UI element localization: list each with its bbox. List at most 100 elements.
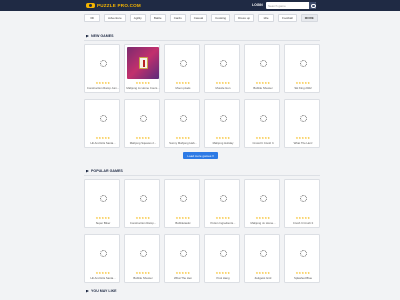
game-thumbnail[interactable] [287, 237, 319, 269]
category-dress-up[interactable]: Dress up [234, 14, 255, 22]
game-title[interactable]: Construction Ramp... [126, 221, 160, 225]
loading-spinner-icon [299, 114, 307, 122]
game-card[interactable]: ★★★★★ Crush It Crush It [284, 179, 320, 228]
game-thumbnail[interactable] [247, 47, 279, 79]
game-thumbnail[interactable] [287, 102, 319, 134]
loading-spinner-icon [179, 249, 187, 257]
category-cards[interactable]: Cards [169, 14, 186, 22]
game-thumbnail[interactable] [167, 47, 199, 79]
category-cooking[interactable]: Cooking [211, 14, 231, 22]
game-card[interactable]: ★★★★★ Hit And Hits Santa... [84, 234, 120, 283]
site-logo[interactable]: PUZZLE PRO.COM [86, 2, 141, 9]
category-idle[interactable]: Idle [258, 14, 275, 22]
game-thumbnail[interactable] [247, 237, 279, 269]
game-thumbnail[interactable] [247, 102, 279, 134]
game-card[interactable]: ★★★★★ Bubbletastic [164, 179, 200, 228]
login-link[interactable]: LOGIN [252, 3, 263, 7]
game-card[interactable]: ★★★★★ Muscle Gun [204, 44, 240, 93]
game-card[interactable]: ★★★★★ Crowd It Crush It [244, 99, 280, 148]
category-3d[interactable]: 3D [84, 14, 100, 22]
game-title[interactable]: Zeitgeist Grid [246, 276, 280, 280]
game-title[interactable]: Crush It Crush It [286, 221, 320, 225]
game-card[interactable]: ★★★★★ Bubble Shooter [124, 234, 160, 283]
game-title[interactable]: Bubble Shooter [246, 86, 280, 90]
game-thumbnail[interactable] [167, 237, 199, 269]
game-title[interactable]: Hit And Hits Santa... [86, 141, 120, 145]
game-title[interactable]: Potion Ingredients... [206, 221, 240, 225]
game-thumbnail[interactable] [167, 102, 199, 134]
game-title[interactable]: Construction Ramp Jum... [86, 86, 120, 90]
more-categories-button[interactable]: MORE [300, 14, 318, 22]
game-thumbnail[interactable] [127, 47, 159, 79]
top-bar: PUZZLE PRO.COM LOGIN Search game [0, 0, 400, 11]
category-agility[interactable]: Agility [129, 14, 146, 22]
game-thumbnail[interactable] [207, 102, 239, 134]
game-thumbnail[interactable] [127, 237, 159, 269]
loading-spinner-icon [139, 249, 147, 257]
category-football[interactable]: Football [278, 14, 297, 22]
game-title[interactable]: Mahjong Squares 2... [126, 141, 160, 145]
game-title[interactable]: Moon pixels [166, 86, 200, 90]
game-card[interactable]: ★★★★★ Moon pixels [164, 44, 200, 93]
game-thumbnail[interactable] [207, 182, 239, 214]
game-title[interactable]: Mahjong Jo Home Cours... [126, 86, 160, 90]
game-title[interactable]: Bubble Shooter [126, 276, 160, 280]
rating-stars: ★★★★★ [135, 81, 151, 85]
game-card[interactable]: ★★★★★ Construction Ramp... [124, 179, 160, 228]
game-thumbnail[interactable] [87, 102, 119, 134]
mahjong-tile-icon [138, 57, 148, 69]
game-title[interactable]: Super Biker [86, 221, 120, 225]
game-title[interactable]: Mahjong Jo Home... [246, 221, 280, 225]
game-card[interactable]: ★★★★★ Pool Hang [204, 234, 240, 283]
game-title[interactable]: Muscle Gun [206, 86, 240, 90]
new-games-title: NEW GAMES [91, 34, 114, 38]
game-title[interactable]: Bubbletastic [166, 221, 200, 225]
game-card[interactable]: ★★★★★ Zeitgeist Grid [244, 234, 280, 283]
game-thumbnail[interactable] [127, 102, 159, 134]
game-title[interactable]: Splashed Blue [286, 276, 320, 280]
game-title[interactable]: Ski King 2022 [286, 86, 320, 90]
game-thumbnail[interactable] [87, 237, 119, 269]
game-title[interactable]: Mahjong Holiday [206, 141, 240, 145]
game-card[interactable]: ★★★★★ Super Biker [84, 179, 120, 228]
rating-stars: ★★★★★ [295, 271, 311, 275]
rating-stars: ★★★★★ [95, 136, 111, 140]
game-thumbnail[interactable] [87, 47, 119, 79]
load-more-button[interactable]: Load more games ▾ [183, 152, 218, 159]
game-title[interactable]: Pool Hang [206, 276, 240, 280]
game-title[interactable]: Sunny Mahjong Hab... [166, 141, 200, 145]
game-title[interactable]: What The Hen [166, 276, 200, 280]
game-card[interactable]: ★★★★★ What The Hen! [284, 99, 320, 148]
game-thumbnail[interactable] [207, 47, 239, 79]
game-card[interactable]: ★★★★★ Hit And Hits Santa... [84, 99, 120, 148]
game-card[interactable]: ★★★★★ Construction Ramp Jum... [84, 44, 120, 93]
search-button[interactable] [309, 2, 316, 9]
play-icon [86, 34, 89, 38]
game-title[interactable]: What The Hen! [286, 141, 320, 145]
game-card[interactable]: ★★★★★ What The Hen [164, 234, 200, 283]
game-thumbnail[interactable] [207, 237, 239, 269]
popular-games-title: POPULAR GAMES [91, 169, 123, 173]
game-card[interactable]: ★★★★★ Mahjong Jo Home Cours... [124, 44, 160, 93]
game-thumbnail[interactable] [87, 182, 119, 214]
loading-spinner-icon [99, 249, 107, 257]
category-adventure[interactable]: Adventure [104, 14, 126, 22]
game-card[interactable]: ★★★★★ Bubble Shooter [244, 44, 280, 93]
category-battle[interactable]: Battle [149, 14, 166, 22]
game-card[interactable]: ★★★★★ Splashed Blue [284, 234, 320, 283]
game-card[interactable]: ★★★★★ Sunny Mahjong Hab... [164, 99, 200, 148]
game-title[interactable]: Crowd It Crush It [246, 141, 280, 145]
game-card[interactable]: ★★★★★ Mahjong Jo Home... [244, 179, 280, 228]
game-thumbnail[interactable] [247, 182, 279, 214]
rating-stars: ★★★★★ [215, 136, 231, 140]
game-thumbnail[interactable] [167, 182, 199, 214]
game-thumbnail[interactable] [287, 47, 319, 79]
game-card[interactable]: ★★★★★ Mahjong Squares 2... [124, 99, 160, 148]
game-card[interactable]: ★★★★★ Potion Ingredients... [204, 179, 240, 228]
game-thumbnail[interactable] [127, 182, 159, 214]
game-title[interactable]: Hit And Hits Santa... [86, 276, 120, 280]
game-thumbnail[interactable] [287, 182, 319, 214]
game-card[interactable]: ★★★★★ Ski King 2022 [284, 44, 320, 93]
category-casual[interactable]: Casual [189, 14, 208, 22]
game-card[interactable]: ★★★★★ Mahjong Holiday [204, 99, 240, 148]
